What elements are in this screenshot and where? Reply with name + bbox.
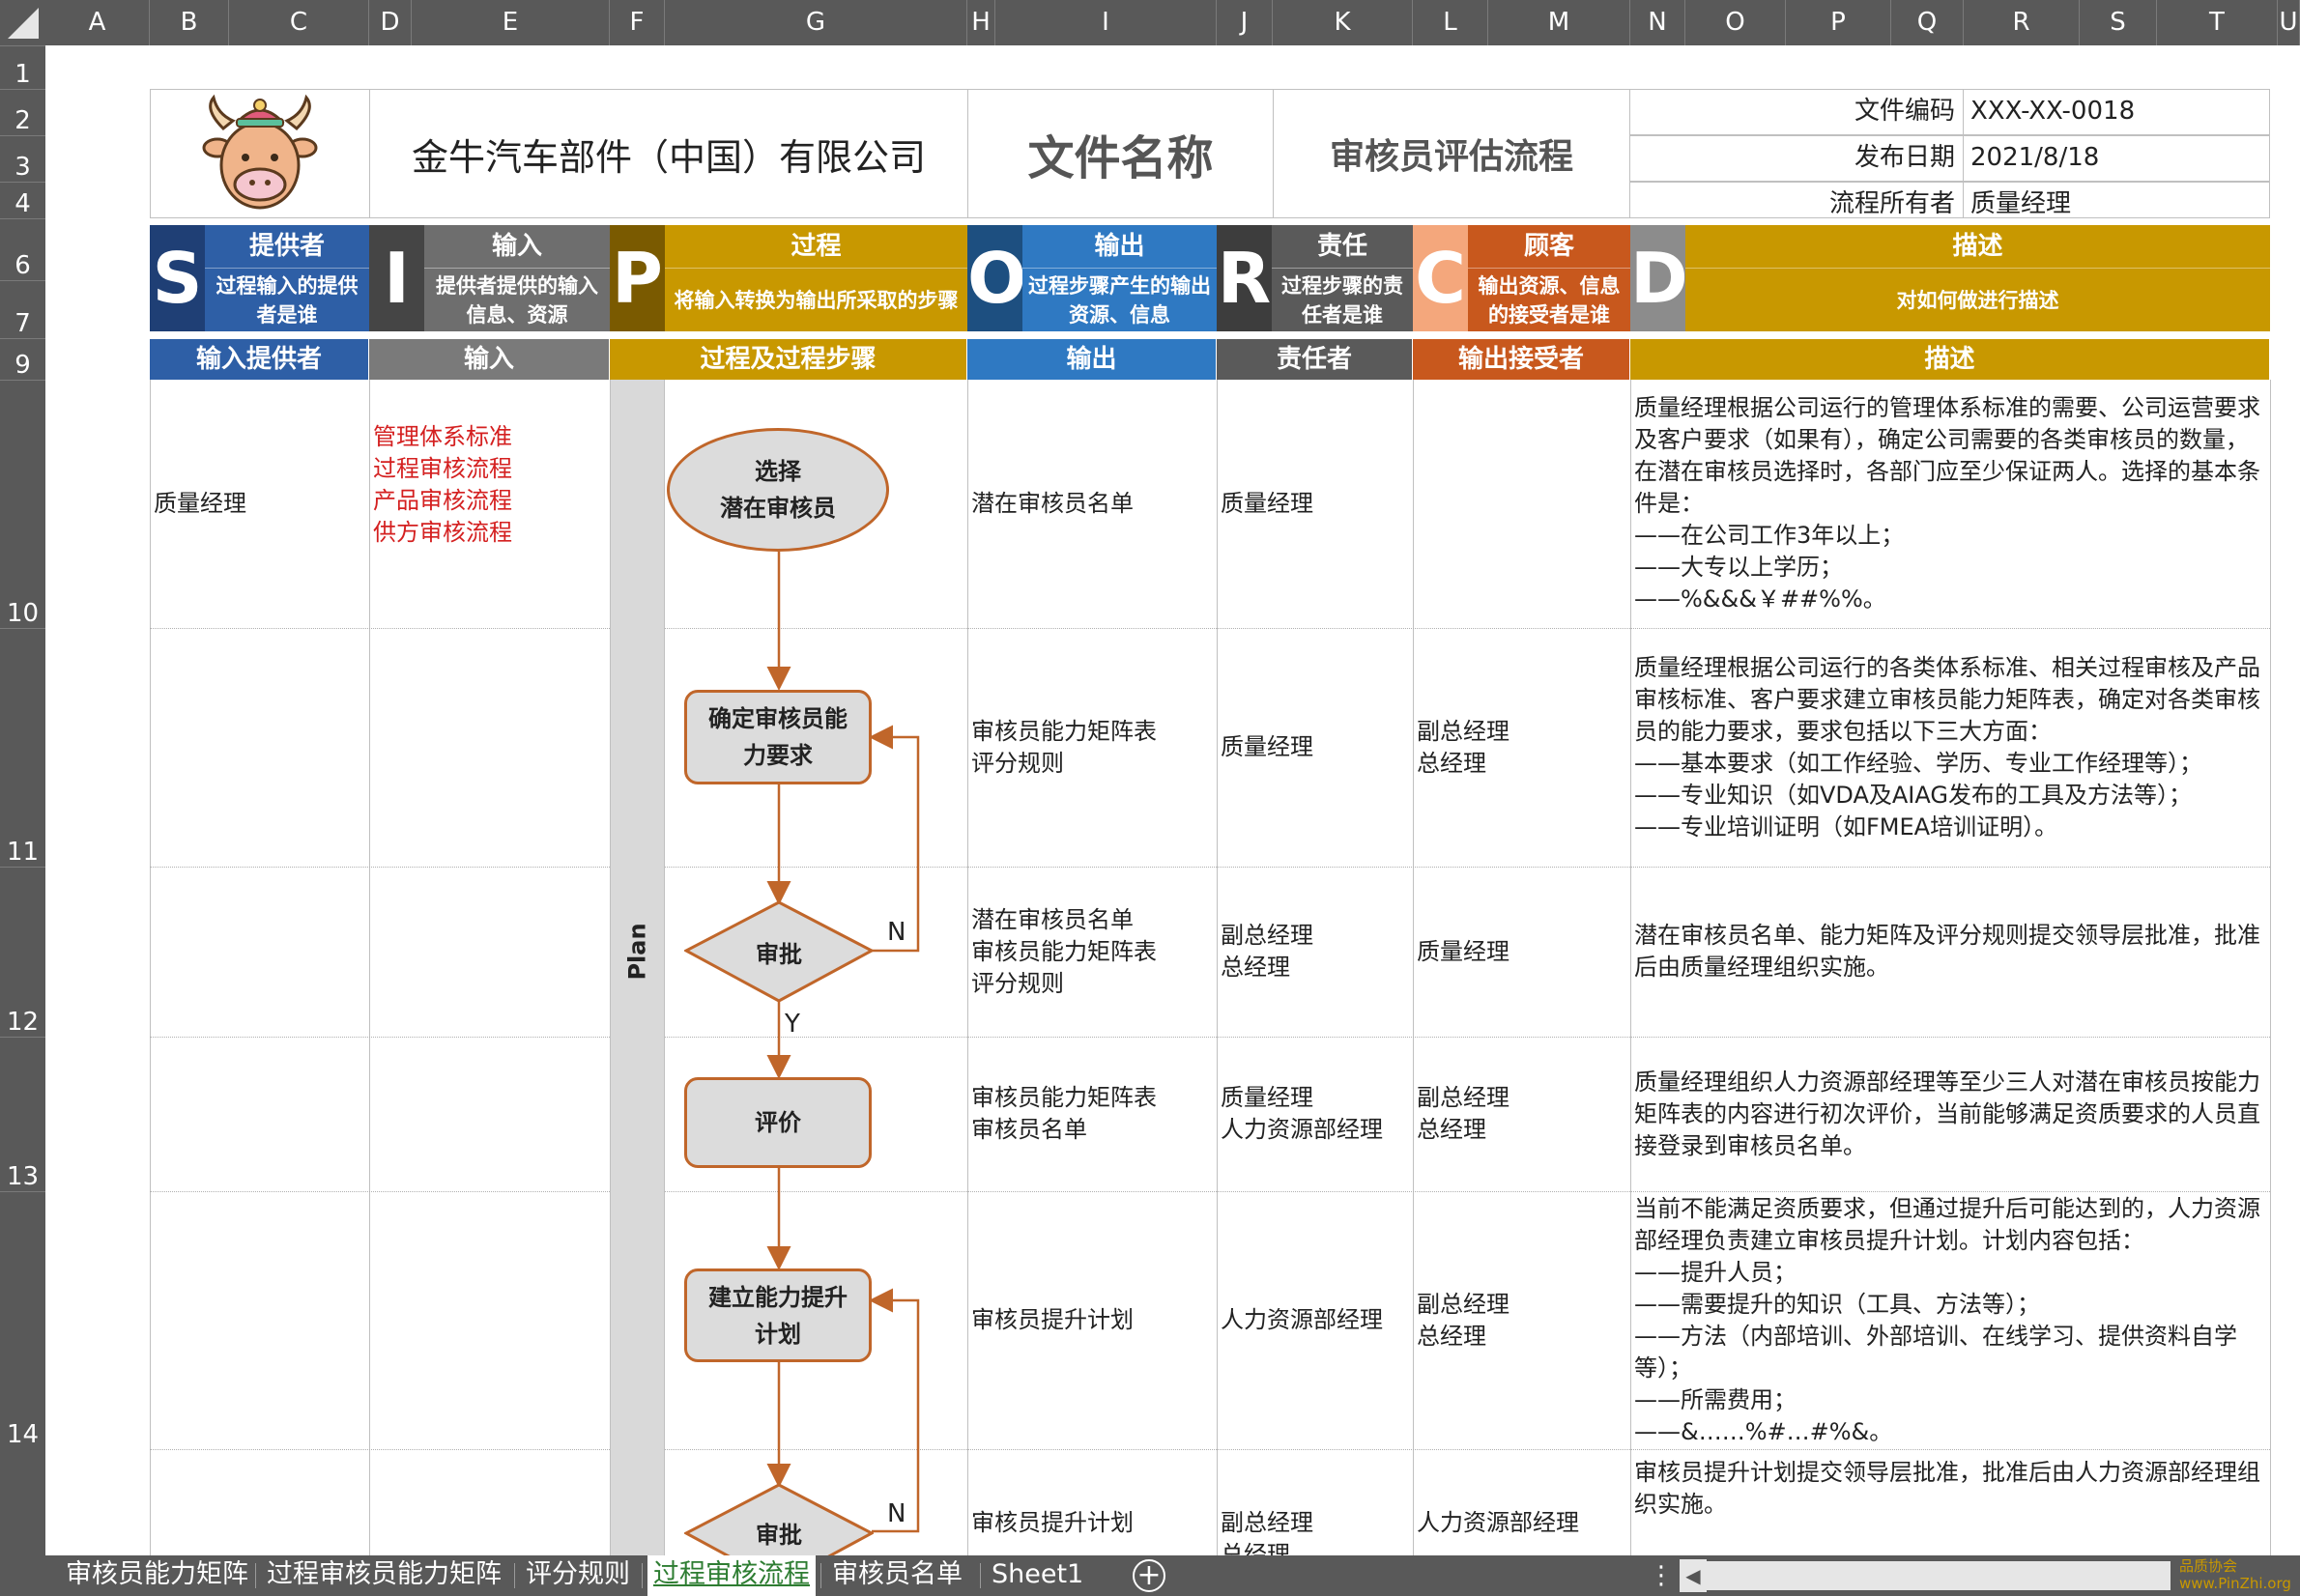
sheet-tab[interactable]: 评分规则: [520, 1555, 636, 1596]
flow-label-yes: Y: [785, 1010, 800, 1039]
tab-separator: [514, 1563, 515, 1588]
plus-circle-icon[interactable]: +: [1133, 1559, 1165, 1592]
watermark: 品质协会 www.PinZhi.org: [2179, 1557, 2291, 1592]
flow-node-approve-label: 审批: [756, 940, 802, 968]
flow-node-approve2-label: 审批: [756, 1521, 802, 1549]
sheet-tab[interactable]: Sheet1: [986, 1555, 1089, 1596]
sheet-tab[interactable]: 过程审核员能力矩阵: [261, 1555, 507, 1596]
sheet-tab[interactable]: 审核员能力矩阵: [60, 1555, 254, 1596]
flow-label-no2: N: [887, 1499, 906, 1528]
scroll-left-icon[interactable]: ◀: [1680, 1559, 1707, 1592]
flow-node-define-requirements[interactable]: 确定审核员能 力要求: [684, 690, 872, 784]
flow-node-select[interactable]: 选择 潜在审核员: [667, 428, 889, 552]
flow-node-improvement-plan[interactable]: 建立能力提升 计划: [684, 1268, 872, 1362]
more-options-icon[interactable]: ⋮: [1649, 1559, 1674, 1592]
sheet-tab[interactable]: 过程审核流程: [647, 1555, 816, 1596]
tab-separator: [642, 1563, 643, 1588]
sheet-tab[interactable]: 审核员名单: [826, 1555, 968, 1596]
tab-separator: [820, 1563, 821, 1588]
tab-separator: [255, 1563, 256, 1588]
tab-separator: [980, 1563, 981, 1588]
flow-node-evaluate[interactable]: 评价: [684, 1077, 872, 1168]
horizontal-scrollbar[interactable]: [1707, 1561, 2171, 1590]
flow-connectors: [766, 552, 920, 1533]
arrow-approve2-no-loop: [869, 1288, 920, 1533]
flow-label-no: N: [887, 918, 906, 947]
